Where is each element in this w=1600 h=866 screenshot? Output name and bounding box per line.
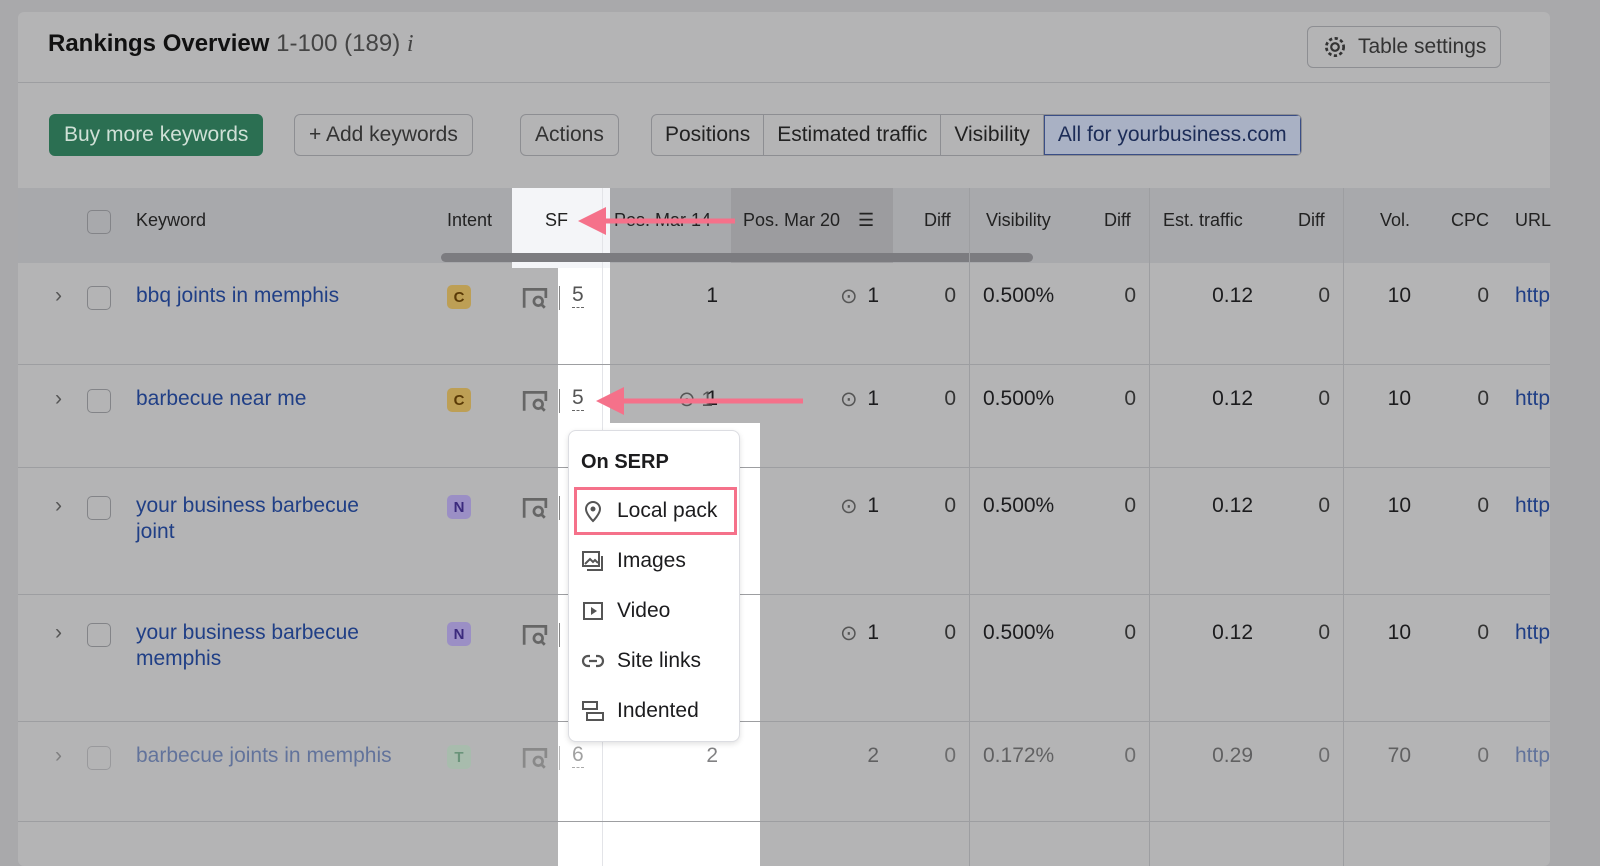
arrow-to-sf-value [596, 387, 803, 415]
arrow-to-sf-header [578, 207, 735, 235]
annotation-arrows [578, 207, 803, 415]
